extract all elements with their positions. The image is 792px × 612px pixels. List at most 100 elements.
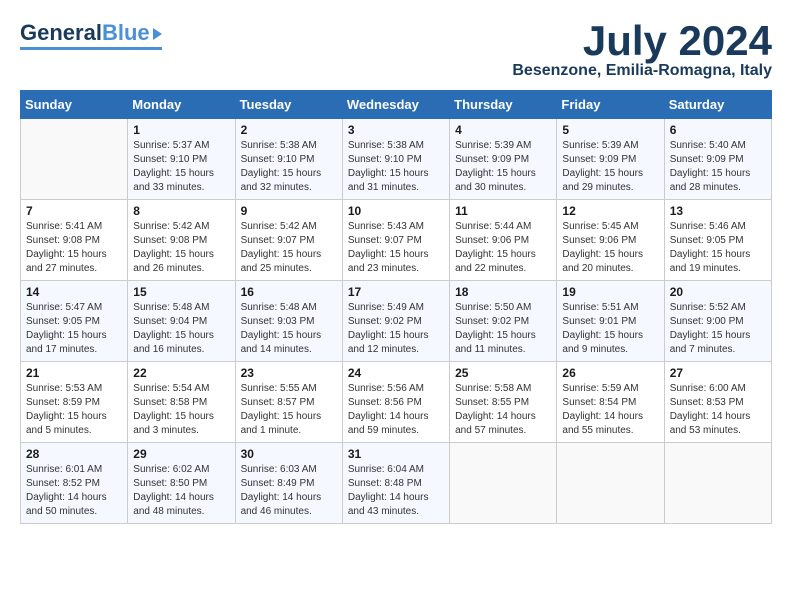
day-info: Sunrise: 5:40 AMSunset: 9:09 PMDaylight:… (670, 139, 766, 195)
day-info: Sunrise: 5:37 AMSunset: 9:10 PMDaylight:… (133, 139, 229, 195)
table-cell: 18 Sunrise: 5:50 AMSunset: 9:02 PMDayligh… (450, 281, 557, 362)
table-cell: 3 Sunrise: 5:38 AMSunset: 9:10 PMDaylight… (342, 119, 449, 200)
table-cell: 29 Sunrise: 6:02 AMSunset: 8:50 PMDayligh… (128, 443, 235, 524)
table-cell: 2 Sunrise: 5:38 AMSunset: 9:10 PMDaylight… (235, 119, 342, 200)
table-cell: 22 Sunrise: 5:54 AMSunset: 8:58 PMDayligh… (128, 362, 235, 443)
week-row-4: 21 Sunrise: 5:53 AMSunset: 8:59 PMDayligh… (21, 362, 772, 443)
day-number: 31 (348, 447, 444, 461)
day-number: 12 (562, 204, 658, 218)
title-section: July 2024 Besenzone, Emilia-Romagna, Ita… (512, 20, 772, 80)
day-info: Sunrise: 5:48 AMSunset: 9:04 PMDaylight:… (133, 301, 229, 357)
table-cell: 6 Sunrise: 5:40 AMSunset: 9:09 PMDaylight… (664, 119, 771, 200)
day-info: Sunrise: 5:56 AMSunset: 8:56 PMDaylight:… (348, 382, 444, 438)
day-number: 24 (348, 366, 444, 380)
header-wednesday: Wednesday (342, 91, 449, 119)
week-row-3: 14Sunrise: 5:47 AMSunset: 9:05 PMDayligh… (21, 281, 772, 362)
day-info: Sunrise: 5:50 AMSunset: 9:02 PMDaylight:… (455, 301, 551, 357)
logo-blue: Blue (102, 20, 150, 46)
table-cell: 19 Sunrise: 5:51 AMSunset: 9:01 PMDayligh… (557, 281, 664, 362)
table-cell: 24 Sunrise: 5:56 AMSunset: 8:56 PMDayligh… (342, 362, 449, 443)
table-cell: 20 Sunrise: 5:52 AMSunset: 9:00 PMDayligh… (664, 281, 771, 362)
table-cell (664, 443, 771, 524)
day-number: 21 (26, 366, 122, 380)
day-info: Sunrise: 5:49 AMSunset: 9:02 PMDaylight:… (348, 301, 444, 357)
day-number: 2 (241, 123, 337, 137)
day-info: Sunrise: 5:39 AMSunset: 9:09 PMDaylight:… (562, 139, 658, 195)
header-friday: Friday (557, 91, 664, 119)
header-saturday: Saturday (664, 91, 771, 119)
day-info: Sunrise: 5:42 AMSunset: 9:07 PMDaylight:… (241, 220, 337, 276)
table-cell (21, 119, 128, 200)
day-info: Sunrise: 6:03 AMSunset: 8:49 PMDaylight:… (241, 463, 337, 519)
day-info: Sunrise: 5:46 AMSunset: 9:05 PMDaylight:… (670, 220, 766, 276)
table-cell: 15 Sunrise: 5:48 AMSunset: 9:04 PMDayligh… (128, 281, 235, 362)
header-thursday: Thursday (450, 91, 557, 119)
day-number: 6 (670, 123, 766, 137)
day-number: 8 (133, 204, 229, 218)
day-info: Sunrise: 6:02 AMSunset: 8:50 PMDaylight:… (133, 463, 229, 519)
weekday-header-row: Sunday Monday Tuesday Wednesday Thursday… (21, 91, 772, 119)
table-cell: 4Sunrise: 5:39 AMSunset: 9:09 PMDaylight… (450, 119, 557, 200)
day-number: 5 (562, 123, 658, 137)
day-number: 14 (26, 285, 122, 299)
location-subtitle: Besenzone, Emilia-Romagna, Italy (512, 62, 772, 80)
table-cell: 9 Sunrise: 5:42 AMSunset: 9:07 PMDaylight… (235, 200, 342, 281)
day-info: Sunrise: 5:41 AMSunset: 9:08 PMDaylight:… (26, 220, 122, 276)
week-row-5: 28 Sunrise: 6:01 AMSunset: 8:52 PMDayligh… (21, 443, 772, 524)
day-info: Sunrise: 5:39 AMSunset: 9:09 PMDaylight:… (455, 139, 551, 195)
day-number: 22 (133, 366, 229, 380)
table-cell: 10Sunrise: 5:43 AMSunset: 9:07 PMDayligh… (342, 200, 449, 281)
day-info: Sunrise: 5:52 AMSunset: 9:00 PMDaylight:… (670, 301, 766, 357)
day-number: 11 (455, 204, 551, 218)
calendar-table: Sunday Monday Tuesday Wednesday Thursday… (20, 90, 772, 524)
day-number: 15 (133, 285, 229, 299)
day-info: Sunrise: 6:01 AMSunset: 8:52 PMDaylight:… (26, 463, 122, 519)
week-row-1: 1 Sunrise: 5:37 AMSunset: 9:10 PMDaylight… (21, 119, 772, 200)
day-number: 19 (562, 285, 658, 299)
day-info: Sunrise: 5:48 AMSunset: 9:03 PMDaylight:… (241, 301, 337, 357)
day-number: 27 (670, 366, 766, 380)
day-number: 28 (26, 447, 122, 461)
table-cell: 8 Sunrise: 5:42 AMSunset: 9:08 PMDaylight… (128, 200, 235, 281)
table-cell: 25Sunrise: 5:58 AMSunset: 8:55 PMDayligh… (450, 362, 557, 443)
table-cell: 11 Sunrise: 5:44 AMSunset: 9:06 PMDayligh… (450, 200, 557, 281)
day-info: Sunrise: 5:53 AMSunset: 8:59 PMDaylight:… (26, 382, 122, 438)
day-info: Sunrise: 5:38 AMSunset: 9:10 PMDaylight:… (241, 139, 337, 195)
day-number: 3 (348, 123, 444, 137)
day-number: 17 (348, 285, 444, 299)
day-number: 7 (26, 204, 122, 218)
table-cell (557, 443, 664, 524)
table-cell: 16Sunrise: 5:48 AMSunset: 9:03 PMDayligh… (235, 281, 342, 362)
day-info: Sunrise: 5:51 AMSunset: 9:01 PMDaylight:… (562, 301, 658, 357)
table-cell: 14Sunrise: 5:47 AMSunset: 9:05 PMDayligh… (21, 281, 128, 362)
logo-underline (20, 47, 162, 50)
table-cell: 31 Sunrise: 6:04 AMSunset: 8:48 PMDayligh… (342, 443, 449, 524)
month-year-title: July 2024 (512, 20, 772, 62)
day-number: 9 (241, 204, 337, 218)
day-info: Sunrise: 5:44 AMSunset: 9:06 PMDaylight:… (455, 220, 551, 276)
table-cell: 26 Sunrise: 5:59 AMSunset: 8:54 PMDayligh… (557, 362, 664, 443)
table-cell (450, 443, 557, 524)
header-tuesday: Tuesday (235, 91, 342, 119)
day-info: Sunrise: 5:42 AMSunset: 9:08 PMDaylight:… (133, 220, 229, 276)
day-number: 20 (670, 285, 766, 299)
day-number: 30 (241, 447, 337, 461)
header: General Blue July 2024 Besenzone, Emilia… (20, 20, 772, 80)
table-cell: 13Sunrise: 5:46 AMSunset: 9:05 PMDayligh… (664, 200, 771, 281)
day-info: Sunrise: 6:00 AMSunset: 8:53 PMDaylight:… (670, 382, 766, 438)
day-info: Sunrise: 5:54 AMSunset: 8:58 PMDaylight:… (133, 382, 229, 438)
logo: General Blue (20, 20, 162, 50)
day-info: Sunrise: 5:59 AMSunset: 8:54 PMDaylight:… (562, 382, 658, 438)
week-row-2: 7 Sunrise: 5:41 AMSunset: 9:08 PMDaylight… (21, 200, 772, 281)
table-cell: 27 Sunrise: 6:00 AMSunset: 8:53 PMDayligh… (664, 362, 771, 443)
day-info: Sunrise: 5:38 AMSunset: 9:10 PMDaylight:… (348, 139, 444, 195)
table-cell: 17 Sunrise: 5:49 AMSunset: 9:02 PMDayligh… (342, 281, 449, 362)
header-sunday: Sunday (21, 91, 128, 119)
day-number: 25 (455, 366, 551, 380)
day-number: 26 (562, 366, 658, 380)
table-cell: 7 Sunrise: 5:41 AMSunset: 9:08 PMDaylight… (21, 200, 128, 281)
day-info: Sunrise: 6:04 AMSunset: 8:48 PMDaylight:… (348, 463, 444, 519)
day-number: 29 (133, 447, 229, 461)
day-number: 18 (455, 285, 551, 299)
day-number: 1 (133, 123, 229, 137)
